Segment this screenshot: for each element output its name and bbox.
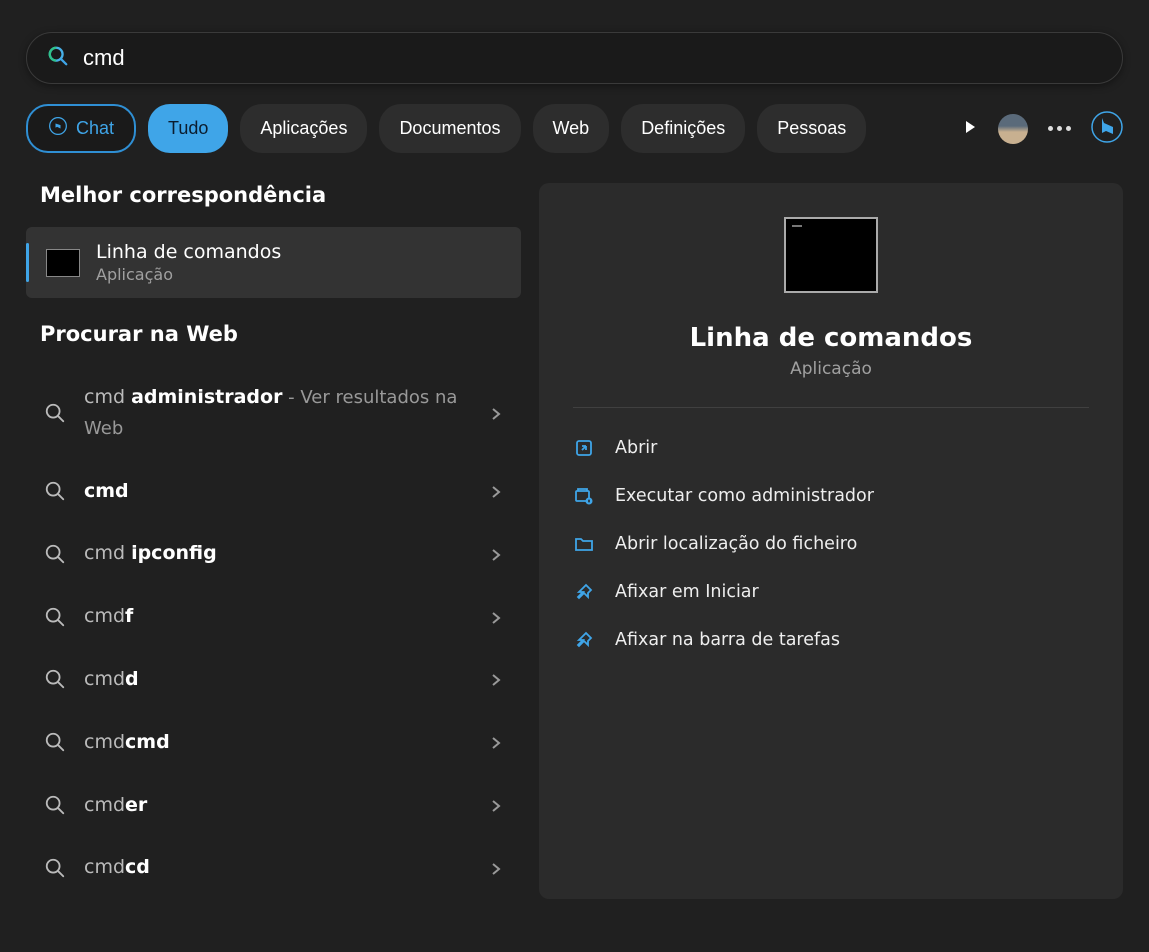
best-match-subtitle: Aplicação bbox=[96, 265, 281, 284]
web-result-item[interactable]: cmdd bbox=[26, 648, 521, 711]
filter-tab-all[interactable]: Tudo bbox=[148, 104, 228, 153]
chevron-right-icon bbox=[489, 484, 503, 498]
preview-action-label: Abrir bbox=[615, 438, 657, 458]
preview-app-icon bbox=[784, 217, 878, 293]
scroll-right-icon[interactable] bbox=[962, 119, 978, 139]
chevron-right-icon bbox=[489, 672, 503, 686]
open-icon bbox=[573, 437, 595, 459]
web-result-text: cmdf bbox=[84, 601, 489, 632]
search-icon bbox=[44, 794, 66, 816]
search-input[interactable] bbox=[83, 45, 1102, 71]
preview-action[interactable]: Abrir bbox=[559, 424, 1103, 472]
chevron-right-icon bbox=[489, 798, 503, 812]
best-match-header: Melhor correspondência bbox=[40, 183, 521, 207]
filter-chat[interactable]: Chat bbox=[26, 104, 136, 153]
filter-tab-label: Web bbox=[553, 118, 590, 139]
chevron-right-icon bbox=[489, 610, 503, 624]
filter-tab-label: Aplicações bbox=[260, 118, 347, 139]
preview-action[interactable]: Afixar em Iniciar bbox=[559, 568, 1103, 616]
web-result-item[interactable]: cmdcd bbox=[26, 836, 521, 899]
bing-icon[interactable] bbox=[1091, 111, 1123, 147]
filter-tab-label: Definições bbox=[641, 118, 725, 139]
web-result-item[interactable]: cmd ipconfig bbox=[26, 522, 521, 585]
web-result-text: cmdcd bbox=[84, 852, 489, 883]
web-result-text: cmdd bbox=[84, 664, 489, 695]
folder-icon bbox=[573, 533, 595, 555]
search-icon bbox=[44, 402, 66, 424]
web-result-text: cmd bbox=[84, 476, 489, 507]
user-avatar[interactable] bbox=[998, 114, 1028, 144]
filter-chat-label: Chat bbox=[76, 118, 114, 139]
filter-tab-label: Documentos bbox=[399, 118, 500, 139]
search-icon bbox=[44, 731, 66, 753]
preview-action-label: Abrir localização do ficheiro bbox=[615, 534, 857, 554]
web-result-item[interactable]: cmdcmd bbox=[26, 711, 521, 774]
web-result-text: cmder bbox=[84, 790, 489, 821]
search-bar[interactable] bbox=[26, 32, 1123, 84]
filter-tab-apps[interactable]: Aplicações bbox=[240, 104, 367, 153]
more-icon[interactable] bbox=[1048, 126, 1071, 131]
preview-action[interactable]: Abrir localização do ficheiro bbox=[559, 520, 1103, 568]
filter-tab-people[interactable]: Pessoas bbox=[757, 104, 866, 153]
cmd-app-icon bbox=[46, 249, 80, 277]
preview-action-label: Executar como administrador bbox=[615, 486, 874, 506]
web-result-item[interactable]: cmder bbox=[26, 774, 521, 837]
chevron-right-icon bbox=[489, 547, 503, 561]
search-icon bbox=[44, 857, 66, 879]
search-icon bbox=[44, 480, 66, 502]
preview-action[interactable]: Executar como administrador bbox=[559, 472, 1103, 520]
web-result-text: cmd ipconfig bbox=[84, 538, 489, 569]
filter-row: Chat Tudo Aplicações Documentos Web Defi… bbox=[26, 104, 1123, 153]
search-icon bbox=[44, 543, 66, 565]
preview-title: Linha de comandos bbox=[690, 323, 973, 353]
chevron-right-icon bbox=[489, 861, 503, 875]
bing-chat-icon bbox=[48, 116, 68, 141]
filter-tab-settings[interactable]: Definições bbox=[621, 104, 745, 153]
admin-icon bbox=[573, 485, 595, 507]
web-result-item[interactable]: cmd bbox=[26, 460, 521, 523]
preview-action-label: Afixar em Iniciar bbox=[615, 582, 759, 602]
filter-tab-label: Tudo bbox=[168, 118, 208, 139]
results-column: Melhor correspondência Linha de comandos… bbox=[26, 183, 521, 899]
search-icon bbox=[44, 668, 66, 690]
filter-tab-documents[interactable]: Documentos bbox=[379, 104, 520, 153]
web-result-text: cmd administrador - Ver resultados na We… bbox=[84, 382, 489, 444]
web-result-item[interactable]: cmd administrador - Ver resultados na We… bbox=[26, 366, 521, 460]
pin-icon bbox=[573, 581, 595, 603]
best-match-title: Linha de comandos bbox=[96, 241, 281, 263]
chevron-right-icon bbox=[489, 406, 503, 420]
preview-subtitle: Aplicação bbox=[790, 359, 872, 379]
pin-icon bbox=[573, 629, 595, 651]
filter-tab-label: Pessoas bbox=[777, 118, 846, 139]
web-result-text: cmdcmd bbox=[84, 727, 489, 758]
chevron-right-icon bbox=[489, 735, 503, 749]
search-icon bbox=[47, 45, 69, 71]
preview-action-label: Afixar na barra de tarefas bbox=[615, 630, 840, 650]
web-results-header: Procurar na Web bbox=[40, 322, 521, 346]
search-icon bbox=[44, 606, 66, 628]
filter-scroll: Chat Tudo Aplicações Documentos Web Defi… bbox=[26, 104, 944, 153]
filter-tab-web[interactable]: Web bbox=[533, 104, 610, 153]
web-result-item[interactable]: cmdf bbox=[26, 585, 521, 648]
preview-action[interactable]: Afixar na barra de tarefas bbox=[559, 616, 1103, 664]
preview-panel: Linha de comandos Aplicação Abrir Executa… bbox=[539, 183, 1123, 899]
best-match-item[interactable]: Linha de comandos Aplicação bbox=[26, 227, 521, 298]
